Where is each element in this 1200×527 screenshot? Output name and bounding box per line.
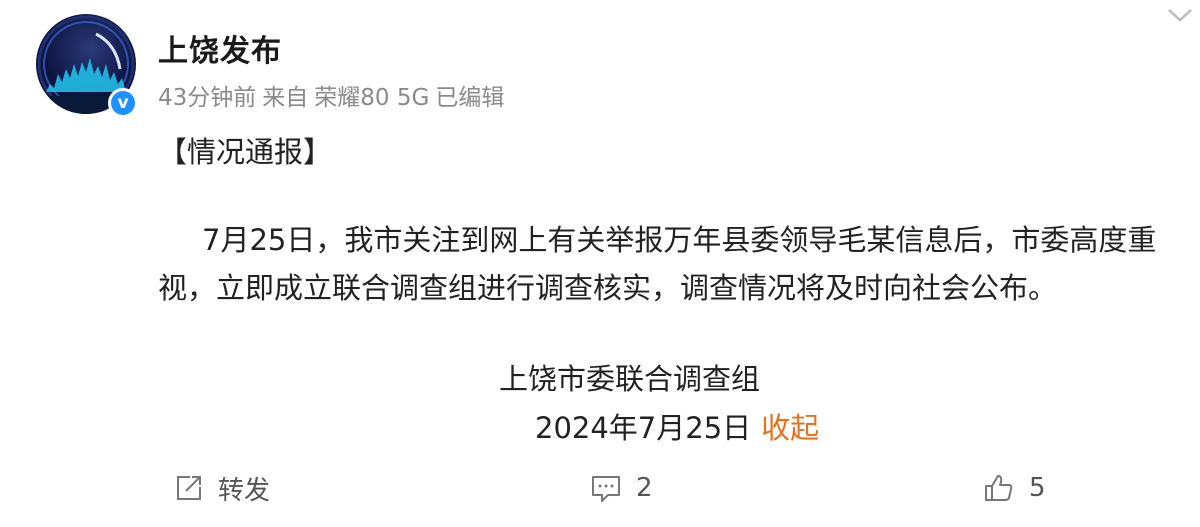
source-device[interactable]: 荣耀80 5G [314, 78, 429, 112]
verified-badge: v [108, 88, 138, 118]
post-content: 【情况通报】 7月25日，我市关注到网上有关举报万年县委领导毛某信息后，市委高度… [158, 128, 1158, 312]
source-prefix: 来自 [262, 85, 309, 111]
post-date-row: 2024年7月25日 收起 [535, 404, 819, 452]
comment-count: 2 [636, 473, 653, 503]
comment-icon [592, 476, 620, 502]
repost-label: 转发 [218, 475, 271, 506]
repost-button[interactable]: 转发 [174, 470, 270, 506]
like-count: 5 [1029, 473, 1046, 503]
share-icon [177, 476, 201, 500]
like-button[interactable]: 5 [983, 470, 1046, 506]
post-date: 2024年7月25日 [535, 411, 752, 445]
account-name[interactable]: 上饶发布 [158, 26, 282, 70]
collapse-link[interactable]: 收起 [761, 404, 819, 452]
verified-badge-text: v [117, 92, 129, 113]
post-meta: 43分钟前 来自 荣耀80 5G 已编辑 [158, 78, 504, 112]
post-signature: 上饶市委联合调查组 [499, 362, 761, 396]
thumbs-up-icon [985, 475, 1013, 501]
edited-label[interactable]: 已编辑 [435, 78, 504, 112]
comment-button[interactable]: 2 [590, 470, 653, 506]
more-options-button[interactable] [1130, 0, 1200, 50]
chevron-down-icon [1168, 9, 1192, 22]
post-heading: 【情况通报】 [158, 135, 333, 169]
post-paragraph: 7月25日，我市关注到网上有关举报万年县委领导毛某信息后，市委高度重视，立即成立… [158, 223, 1157, 305]
post-time: 43分钟前 [158, 85, 257, 111]
